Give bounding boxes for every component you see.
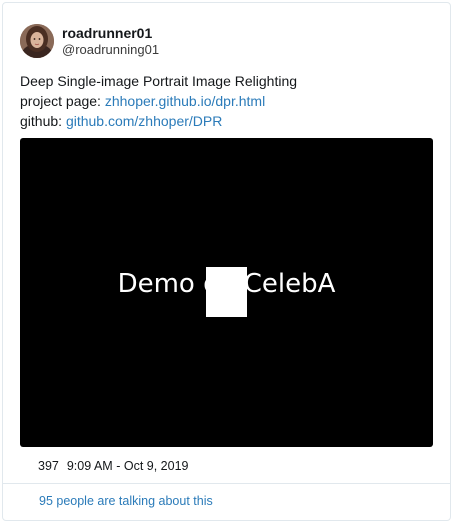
video-player[interactable]: Demo on CelebA: [20, 138, 433, 447]
tweet-line-project: project page: zhhoper.github.io/dpr.html: [20, 91, 430, 111]
user-handle[interactable]: @roadrunning01: [62, 42, 159, 58]
like-count[interactable]: 397: [38, 459, 59, 473]
user-avatar-photo-icon: [20, 24, 54, 58]
avatar[interactable]: [20, 24, 54, 58]
talking-about-link[interactable]: 95 people are talking about this: [39, 493, 213, 509]
tweet-date[interactable]: Oct 9, 2019: [124, 459, 189, 473]
tweet-card: roadrunner01 @roadrunning01 Deep Single-…: [2, 2, 451, 521]
tweet-meta: 397 9:09 AM - Oct 9, 2019: [38, 458, 188, 474]
display-name[interactable]: roadrunner01: [62, 24, 159, 42]
video-white-block: [206, 267, 247, 317]
github-label: github:: [20, 113, 66, 129]
project-page-link[interactable]: zhhoper.github.io/dpr.html: [105, 93, 265, 109]
github-link[interactable]: github.com/zhhoper/DPR: [66, 113, 222, 129]
user-names: roadrunner01 @roadrunning01: [62, 24, 159, 58]
divider: [3, 483, 450, 484]
project-label: project page:: [20, 93, 105, 109]
time-separator: -: [112, 459, 124, 473]
tweet-time[interactable]: 9:09 AM: [67, 459, 113, 473]
tweet-line-github: github: github.com/zhhoper/DPR: [20, 111, 430, 131]
tweet-text: Deep Single-image Portrait Image Relight…: [20, 71, 430, 131]
tweet-line-title: Deep Single-image Portrait Image Relight…: [20, 73, 298, 89]
